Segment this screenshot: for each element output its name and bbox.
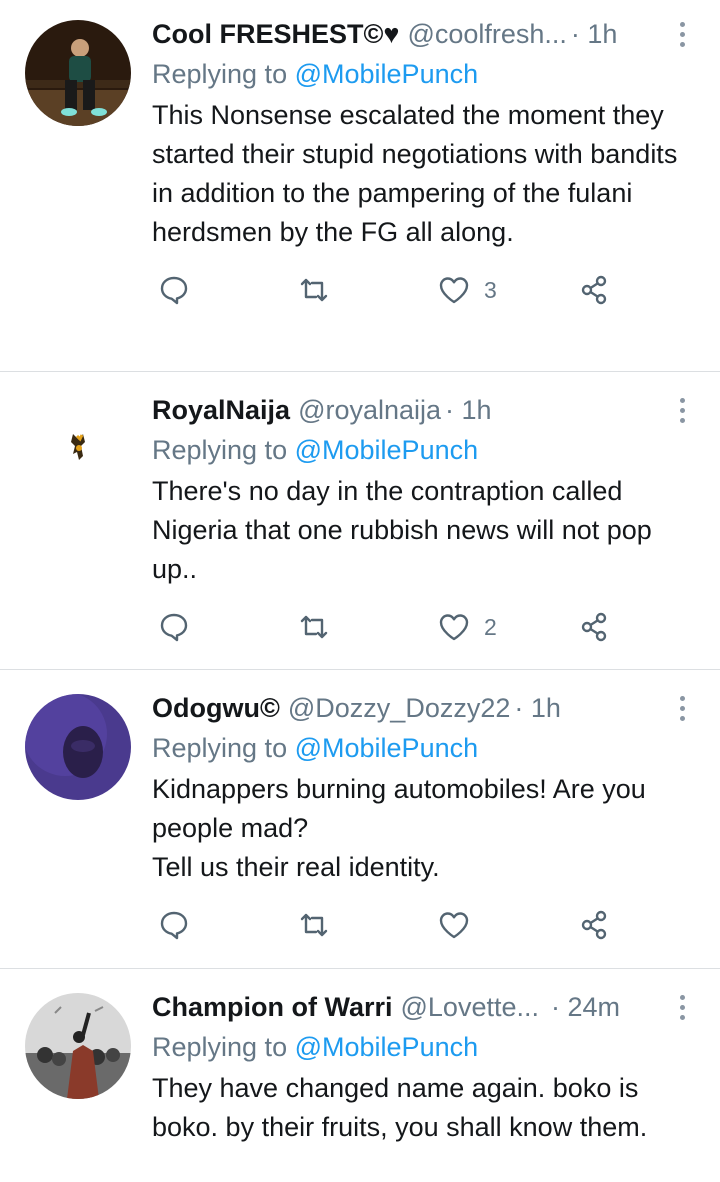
tweet-text: This Nonsense escalated the moment they … <box>152 100 678 247</box>
retweet-icon <box>300 615 328 639</box>
timestamp[interactable]: · 24m <box>551 987 620 1027</box>
tweet-header: Cool FRESHEST©♥ @coolfresh... · 1h <box>152 14 702 54</box>
tweet-actions: 2 <box>152 589 702 673</box>
user-handle[interactable]: @coolfresh... <box>407 14 566 54</box>
tweet[interactable]: Odogwu© @Dozzy_Dozzy22 · 1h Replying to … <box>0 670 720 969</box>
replying-to: Replying to @MobilePunch <box>152 430 702 470</box>
more-options-icon[interactable] <box>678 696 686 724</box>
display-name[interactable]: Cool FRESHEST©♥ <box>152 14 399 54</box>
share-button[interactable] <box>578 907 610 943</box>
share-icon <box>581 910 607 940</box>
mention-link[interactable]: @MobilePunch <box>295 733 479 763</box>
replying-prefix: Replying to <box>152 733 288 763</box>
user-handle[interactable]: @Lovette... <box>401 987 539 1027</box>
tweet-header: RoyalNaija @royalnaija · 1h <box>152 390 702 430</box>
tweet-text: There's no day in the contraption called… <box>152 476 652 584</box>
share-icon <box>581 612 607 642</box>
reply-button[interactable] <box>158 907 190 943</box>
heart-icon <box>439 614 469 641</box>
more-options-icon[interactable] <box>678 22 686 50</box>
reply-icon <box>160 613 188 642</box>
mention-link[interactable]: @MobilePunch <box>295 435 479 465</box>
heart-icon <box>439 277 469 304</box>
share-icon <box>581 275 607 305</box>
display-name[interactable]: RoyalNaija <box>152 390 290 430</box>
like-count: 2 <box>484 613 497 640</box>
tweet-header: Odogwu© @Dozzy_Dozzy22 · 1h <box>152 688 702 728</box>
retweet-button[interactable] <box>298 272 330 308</box>
share-button[interactable] <box>578 272 610 308</box>
retweet-icon <box>300 913 328 937</box>
replying-prefix: Replying to <box>152 59 288 89</box>
tweet-actions: 3 <box>152 252 702 336</box>
like-count: 3 <box>484 276 497 303</box>
tweet-text: They have changed name again. boko is bo… <box>152 1073 648 1142</box>
timestamp[interactable]: · 1h <box>571 14 618 54</box>
avatar[interactable] <box>25 993 131 1099</box>
avatar[interactable] <box>25 396 131 502</box>
replying-to: Replying to @MobilePunch <box>152 1027 702 1067</box>
heart-icon <box>439 912 469 939</box>
retweet-button[interactable] <box>298 907 330 943</box>
display-name[interactable]: Odogwu© <box>152 688 280 728</box>
replying-to: Replying to @MobilePunch <box>152 728 702 768</box>
tweet[interactable]: RoyalNaija @royalnaija · 1h Replying to … <box>0 372 720 670</box>
like-button[interactable] <box>438 907 484 943</box>
mention-link[interactable]: @MobilePunch <box>295 1032 479 1062</box>
avatar[interactable] <box>25 20 131 126</box>
tweet-text: Kidnappers burning automobiles! Are you … <box>152 774 646 882</box>
replying-to: Replying to @MobilePunch <box>152 54 702 94</box>
display-name[interactable]: Champion of Warri <box>152 987 393 1027</box>
retweet-button[interactable] <box>298 609 330 645</box>
like-button[interactable]: 2 <box>438 609 497 645</box>
user-handle[interactable]: @Dozzy_Dozzy22 <box>288 688 511 728</box>
replying-prefix: Replying to <box>152 435 288 465</box>
reply-button[interactable] <box>158 272 190 308</box>
timestamp[interactable]: · 1h <box>514 688 561 728</box>
replying-prefix: Replying to <box>152 1032 288 1062</box>
tweet[interactable]: Champion of Warri @Lovette... · 24m Repl… <box>0 969 720 1182</box>
reply-icon <box>160 911 188 940</box>
tweet[interactable]: Cool FRESHEST©♥ @coolfresh... · 1h Reply… <box>0 0 720 372</box>
avatar[interactable] <box>25 694 131 800</box>
more-options-icon[interactable] <box>678 995 686 1023</box>
retweet-icon <box>300 278 328 302</box>
reply-icon <box>160 276 188 305</box>
more-options-icon[interactable] <box>678 398 686 426</box>
like-button[interactable]: 3 <box>438 272 497 308</box>
user-handle[interactable]: @royalnaija <box>298 390 441 430</box>
tweet-actions <box>152 887 702 971</box>
timestamp[interactable]: · 1h <box>445 390 492 430</box>
mention-link[interactable]: @MobilePunch <box>295 59 479 89</box>
tweet-header: Champion of Warri @Lovette... · 24m <box>152 987 702 1027</box>
reply-button[interactable] <box>158 609 190 645</box>
share-button[interactable] <box>578 609 610 645</box>
